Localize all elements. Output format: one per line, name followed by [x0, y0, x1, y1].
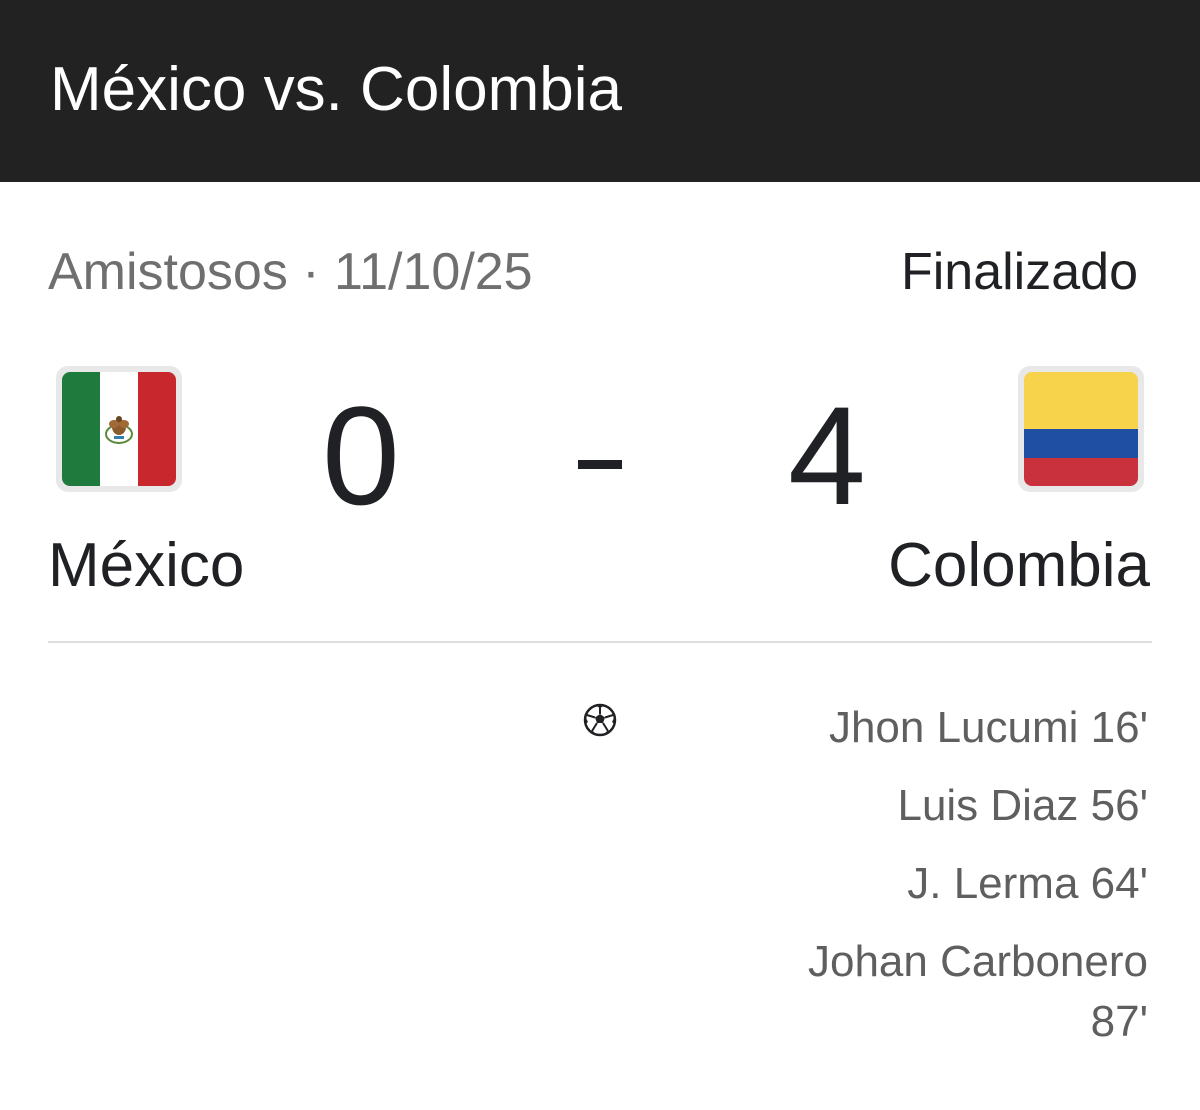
- flag-stripe: [100, 372, 138, 486]
- colombia-flag-icon[interactable]: [1018, 366, 1144, 492]
- score-separator: [578, 460, 622, 469]
- divider: [48, 641, 1152, 643]
- mexico-flag-icon[interactable]: [56, 366, 182, 492]
- soccer-ball-icon: [583, 703, 617, 737]
- list-item: Johan Carbonero 87': [807, 937, 1148, 1046]
- page-title: México vs. Colombia: [50, 55, 622, 124]
- flag-stripe: [138, 372, 176, 486]
- away-score: 4: [788, 377, 866, 534]
- flag-stripe: [1024, 372, 1138, 429]
- competition-date: Amistosos · 11/10/25: [48, 243, 533, 301]
- coat-of-arms-icon: [105, 416, 133, 444]
- flag-stripe: [62, 372, 100, 486]
- flag-stripe: [1024, 457, 1138, 486]
- list-item: Luis Diaz 56': [897, 781, 1148, 830]
- match-status: Finalizado: [900, 243, 1138, 301]
- list-item: J. Lerma 64': [907, 859, 1148, 908]
- home-score: 0: [322, 377, 400, 534]
- goal-scorers-list: Jhon Lucumi 16' Luis Diaz 56' J. Lerma 6…: [768, 698, 1148, 1070]
- app-header: México vs. Colombia: [0, 0, 1200, 182]
- away-team-name[interactable]: Colombia: [888, 528, 1150, 604]
- list-item: Jhon Lucumi 16': [828, 703, 1148, 752]
- home-team-name[interactable]: México: [48, 528, 244, 604]
- flag-stripe: [1024, 429, 1138, 458]
